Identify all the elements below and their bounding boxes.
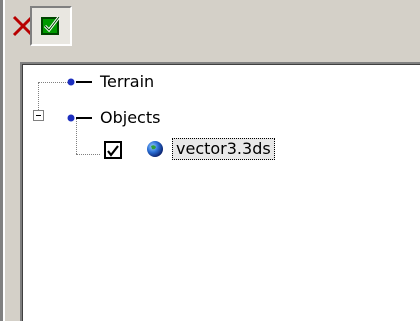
check-all-button[interactable] — [30, 6, 72, 46]
node-dot-icon — [67, 78, 92, 86]
scene-tree[interactable]: Terrain Objects vector3.3ds — [20, 62, 420, 321]
toolbar — [5, 0, 420, 62]
tree-node-label-selected: vector3.3ds — [172, 138, 275, 160]
tree-line — [76, 154, 100, 155]
tree-node-label: Terrain — [100, 72, 155, 91]
tree-node-label: Objects — [100, 108, 161, 127]
check-all-icon — [41, 16, 61, 35]
checkmark-icon — [107, 145, 119, 157]
visibility-checkbox[interactable] — [104, 141, 122, 159]
node-dot-icon — [67, 114, 92, 122]
window-edge — [0, 0, 5, 321]
collapse-toggle[interactable] — [33, 110, 44, 121]
globe-icon — [147, 141, 163, 157]
